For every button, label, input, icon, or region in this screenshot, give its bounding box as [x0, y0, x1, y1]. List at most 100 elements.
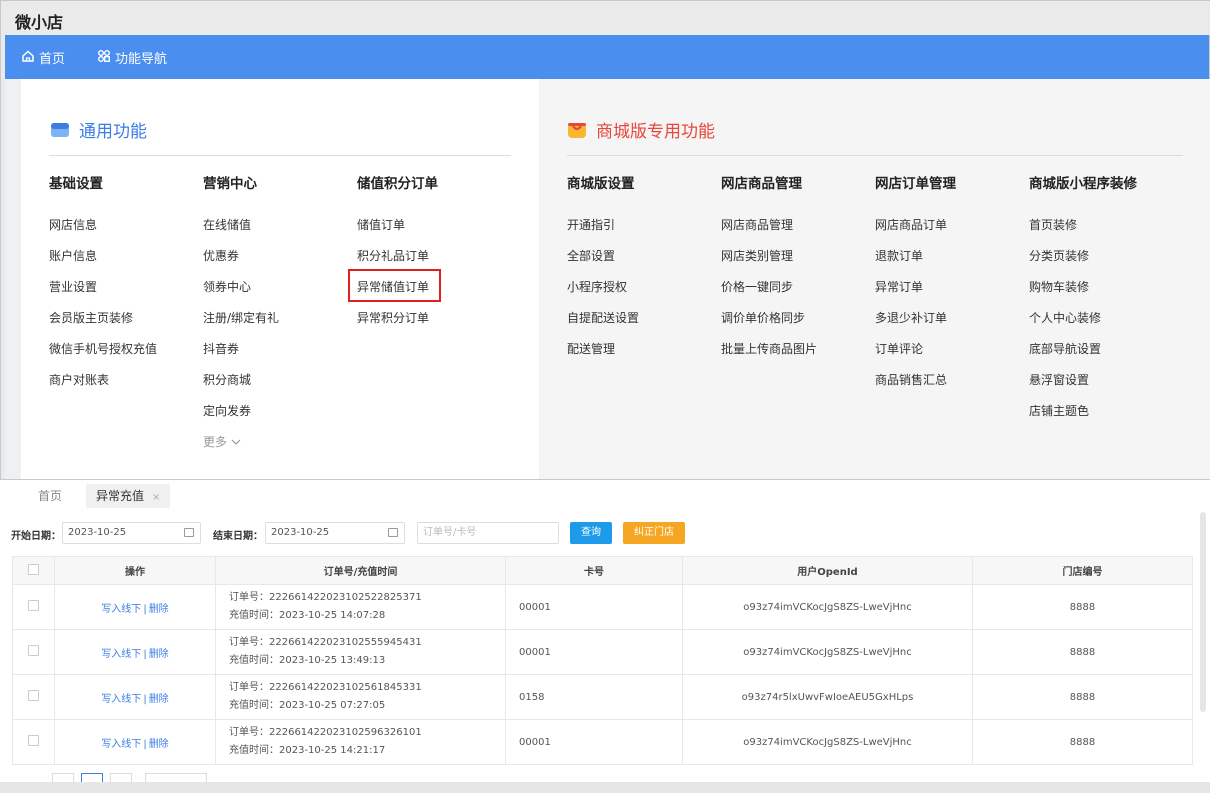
separator: |: [143, 648, 147, 660]
menu-item[interactable]: 底部导航设置: [1029, 340, 1137, 371]
nav-functions[interactable]: 功能导航: [97, 48, 167, 67]
menu-item[interactable]: 优惠券: [203, 247, 279, 278]
end-date-label: 结束日期：: [213, 531, 263, 542]
col-order-management: 网店订单管理 网店商品订单 退款订单 异常订单 多退少补订单 订单评论 商品销售…: [875, 172, 956, 402]
col-head: 基础设置: [49, 176, 103, 192]
menu-item[interactable]: 网店类别管理: [721, 247, 817, 278]
start-date-input[interactable]: 2023-10-25: [62, 522, 201, 544]
menu-item[interactable]: 店铺主题色: [1029, 402, 1137, 433]
general-functions-title: 通用功能: [50, 117, 147, 142]
table-row: 写入线下 | 删除 订单号：22266142202310252282537​1 充值时…: [12, 584, 1193, 630]
end-date-input[interactable]: 2023-10-25: [265, 522, 405, 544]
vertical-scrollbar[interactable]: [1200, 512, 1206, 712]
row-checkbox[interactable]: [28, 600, 39, 611]
row-checkbox[interactable]: [28, 735, 39, 746]
menu-item[interactable]: 分类页装修: [1029, 247, 1137, 278]
select-all-checkbox[interactable]: [28, 563, 39, 575]
nav-functions-label: 功能导航: [115, 52, 168, 67]
store-number: 8888: [972, 719, 1193, 765]
search-input[interactable]: 订单号/卡号: [417, 522, 559, 544]
menu-item[interactable]: 储值订单: [357, 216, 438, 247]
menu-item[interactable]: 订单评论: [875, 340, 956, 371]
delete-link[interactable]: 删除: [149, 739, 169, 750]
recharge-time: 充值时间：2023-10-25 13:49:13: [229, 655, 386, 666]
delete-link[interactable]: 删除: [149, 694, 169, 705]
col-head: 网店订单管理: [875, 176, 956, 192]
write-offline-link[interactable]: 写入线下: [101, 739, 141, 750]
user-openid: o93z74r5lxUwvFwIoeAEU5GxHLps: [682, 674, 973, 720]
delete-link[interactable]: 删除: [149, 649, 169, 660]
operation-cell: 写入线下 | 删除: [54, 584, 216, 630]
recharge-time: 充值时间：2023-10-25 07:27:05: [229, 700, 386, 711]
menu-item[interactable]: 调价单价格同步: [721, 309, 817, 340]
menu-item[interactable]: 会员版主页装修: [49, 309, 157, 340]
user-openid: o93z74imVCKocJgS8ZS-LweVjHnc: [682, 719, 973, 765]
row-checkbox[interactable]: [28, 645, 39, 656]
menu-item[interactable]: 积分商城: [203, 371, 279, 402]
query-button[interactable]: 查询: [570, 522, 612, 544]
menu-item[interactable]: 网店商品订单: [875, 216, 956, 247]
menu-item[interactable]: 首页装修: [1029, 216, 1137, 247]
grid-icon: [97, 49, 115, 67]
menu-item[interactable]: 领券中心: [203, 278, 279, 309]
close-icon[interactable]: ×: [152, 492, 160, 503]
col-head: 储值积分订单: [357, 176, 438, 192]
menu-item[interactable]: 网店商品管理: [721, 216, 817, 247]
menu-item[interactable]: 批量上传商品图片: [721, 340, 817, 371]
menu-item[interactable]: 开通指引: [567, 216, 639, 247]
fix-store-button[interactable]: 纠正门店: [623, 522, 685, 544]
menu-item[interactable]: 账户信息: [49, 247, 157, 278]
row-checkbox[interactable]: [28, 690, 39, 701]
menu-item[interactable]: 微信手机号授权充值: [49, 340, 157, 371]
write-offline-link[interactable]: 写入线下: [101, 604, 141, 615]
menu-item[interactable]: 价格一键同步: [721, 278, 817, 309]
delete-link[interactable]: 删除: [149, 604, 169, 615]
menu-item[interactable]: 自提配送设置: [567, 309, 639, 340]
menu-item[interactable]: 多退少补订单: [875, 309, 956, 340]
store-number: 8888: [972, 629, 1193, 675]
menu-item[interactable]: 购物车装修: [1029, 278, 1137, 309]
menu-item[interactable]: 商品销售汇总: [875, 371, 956, 402]
order-cell: 订单号：22266142202310256184533​1 充值时间：2023-1…: [215, 674, 506, 720]
menu-item[interactable]: 异常积分订单: [357, 309, 438, 340]
more-link[interactable]: 更多: [203, 433, 279, 464]
card-number: 00001: [505, 629, 683, 675]
menu-item[interactable]: 抖音券: [203, 340, 279, 371]
tab-abnormal-recharge[interactable]: 异常充值 ×: [86, 484, 171, 508]
menu-item[interactable]: 网店信息: [49, 216, 157, 247]
menu-item[interactable]: 异常订单: [875, 278, 956, 309]
menu-item[interactable]: 在线储值: [203, 216, 279, 247]
menu-item[interactable]: 注册/绑定有礼: [203, 309, 279, 340]
nav-home[interactable]: 首页: [21, 48, 65, 67]
col-head: 营销中心: [203, 176, 257, 192]
separator: |: [143, 738, 147, 750]
menu-item[interactable]: 定向发券: [203, 402, 279, 433]
menu-item[interactable]: 商户对账表: [49, 371, 157, 402]
menu-item[interactable]: 全部设置: [567, 247, 639, 278]
app-title: 微小店: [15, 13, 64, 32]
table-header-row: 操作 订单号/充值时间 卡号 用户OpenId 门店编号: [12, 556, 1193, 585]
highlight-box: [348, 269, 441, 302]
menu-item[interactable]: 配送管理: [567, 340, 639, 371]
write-offline-link[interactable]: 写入线下: [101, 694, 141, 705]
table-row: 写入线下 | 删除 订单号：22266142202310259632610​1 充值时…: [12, 719, 1193, 765]
recharge-time: 充值时间：2023-10-25 14:21:17: [229, 745, 386, 756]
col-mall-settings: 商城版设置 开通指引 全部设置 小程序授权 自提配送设置 配送管理: [567, 172, 639, 371]
col-product-management: 网店商品管理 网店商品管理 网店类别管理 价格一键同步 调价单价格同步 批量上传…: [721, 172, 817, 371]
card-number: 0158: [505, 674, 683, 720]
calendar-icon: [388, 528, 398, 537]
store-number: 8888: [972, 584, 1193, 630]
table-row: 写入线下 | 删除 订单号：22266142202310255594543​1 充值时…: [12, 629, 1193, 675]
write-offline-link[interactable]: 写入线下: [101, 649, 141, 660]
tab-home[interactable]: 首页: [38, 484, 62, 508]
menu-item[interactable]: 个人中心装修: [1029, 309, 1137, 340]
app-window: 微小店 首页 功能导航 通用功能 基础设置 网店信息 账户信息 营业设置 会员版…: [0, 0, 1210, 480]
bottom-strip: [0, 782, 1210, 793]
menu-item[interactable]: 退款订单: [875, 247, 956, 278]
page-tabs: 首页 异常充值 ×: [0, 480, 1210, 512]
menu-item[interactable]: 悬浮窗设置: [1029, 371, 1137, 402]
col-header: 门店编号: [972, 556, 1193, 585]
col-stored-value-orders: 储值积分订单 储值订单 积分礼品订单 异常储值订单 异常积分订单: [357, 172, 438, 340]
menu-item[interactable]: 小程序授权: [567, 278, 639, 309]
menu-item[interactable]: 营业设置: [49, 278, 157, 309]
